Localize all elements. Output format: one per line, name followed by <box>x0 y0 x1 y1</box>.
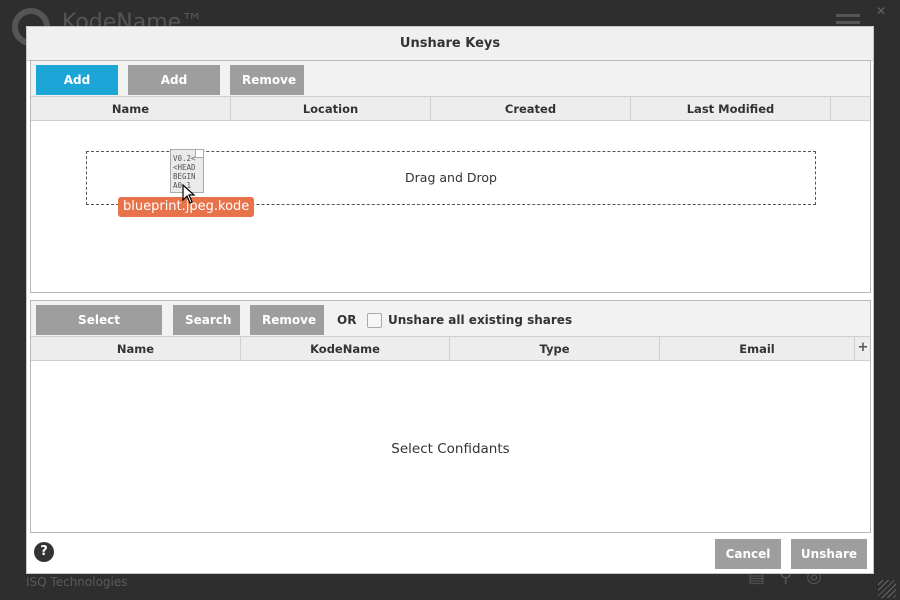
column-last-modified[interactable]: Last Modified <box>631 97 831 121</box>
column-location[interactable]: Location <box>231 97 431 121</box>
column-kodename[interactable]: KodeName <box>241 337 450 361</box>
menu-icon[interactable] <box>836 14 860 17</box>
confidants-toolbar: Select Confidant Search Remove OR Unshar… <box>31 301 870 357</box>
add-folder-button[interactable]: Add Folder <box>128 65 220 117</box>
or-label: OR <box>337 313 357 327</box>
dialog-title: Unshare Keys <box>27 27 873 61</box>
search-button[interactable]: Search <box>173 305 240 335</box>
app-footer-text: ISQ Technologies <box>26 575 128 589</box>
unshare-button[interactable]: Unshare <box>791 539 867 569</box>
confidants-panel: Select Confidant Search Remove OR Unshar… <box>30 300 871 533</box>
files-table-header: Name Location Created Last Modified <box>31 97 870 121</box>
mouse-cursor-icon <box>182 184 196 204</box>
unshare-all-label[interactable]: Unshare all existing shares <box>388 305 572 335</box>
column-name[interactable]: Name <box>31 97 231 121</box>
select-confidant-button[interactable]: Select Confidant <box>36 305 162 357</box>
remove-confidant-button[interactable]: Remove <box>250 305 324 335</box>
column-name[interactable]: Name <box>31 337 241 361</box>
unshare-keys-dialog: Unshare Keys Add Files Add Folder Remove… <box>26 26 874 574</box>
window-close-icon[interactable]: ✕ <box>876 4 886 18</box>
confidants-table-header: Name KodeName Type Email + <box>31 337 870 361</box>
add-files-button[interactable]: Add Files <box>36 65 118 117</box>
cancel-button[interactable]: Cancel <box>715 539 781 569</box>
column-type[interactable]: Type <box>450 337 660 361</box>
column-email[interactable]: Email <box>660 337 855 361</box>
remove-files-button[interactable]: Remove <box>230 65 304 95</box>
files-toolbar: Add Files Add Folder Remove <box>31 61 870 117</box>
unshare-all-checkbox[interactable] <box>367 313 382 328</box>
files-panel: Add Files Add Folder Remove Name Locatio… <box>30 60 871 293</box>
confidants-empty-text: Select Confidants <box>391 441 510 457</box>
column-created[interactable]: Created <box>431 97 631 121</box>
resize-grip-icon[interactable] <box>878 580 896 598</box>
help-icon[interactable]: ? <box>34 542 54 562</box>
add-column-icon[interactable]: + <box>856 337 870 361</box>
